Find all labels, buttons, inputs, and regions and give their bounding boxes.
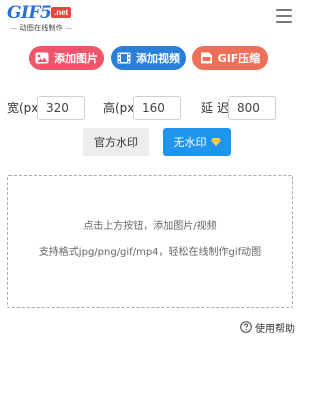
drop-zone-hint: 点击上方按钮，添加图片/视频 [83,221,217,232]
logo-badge: .net [51,7,72,18]
help-label: 使用帮助 [255,323,295,335]
site-logo[interactable]: GIF5 .net 动图在线制作 [7,3,77,33]
add-video-button[interactable]: 添加视频 [111,46,186,70]
gif-compress-label: GIF压缩 [217,52,261,65]
logo-text: GIF5 [7,3,52,23]
gif-file-icon [200,52,212,64]
drop-zone-formats: 支持格式jpg/png/gif/mp4，轻松在线制作gif动图 [38,247,262,258]
official-watermark-button[interactable]: 官方水印 [83,128,149,156]
hamburger-menu-icon[interactable] [276,9,292,23]
add-image-button[interactable]: 添加图片 [29,46,104,70]
add-video-label: 添加视频 [136,52,180,65]
official-watermark-label: 官方水印 [94,136,138,149]
gif-compress-button[interactable]: GIF压缩 [192,46,268,70]
film-icon [117,52,131,64]
diamond-icon [210,138,221,146]
height-input[interactable]: 160 [133,96,181,120]
no-watermark-label: 无水印 [173,136,207,149]
upload-drop-zone[interactable]: 点击上方按钮，添加图片/视频 支持格式jpg/png/gif/mp4，轻松在线制… [7,175,293,308]
help-link[interactable]: 使用帮助 [240,319,295,335]
delay-input[interactable]: 800 [228,96,276,120]
logo-tagline: 动图在线制作 [10,23,72,33]
width-input[interactable]: 320 [37,96,85,120]
add-image-label: 添加图片 [54,52,98,65]
header: GIF5 .net 动图在线制作 [0,0,300,36]
image-icon [35,52,49,64]
no-watermark-button[interactable]: 无水印 [163,128,231,156]
question-circle-icon [240,321,252,333]
